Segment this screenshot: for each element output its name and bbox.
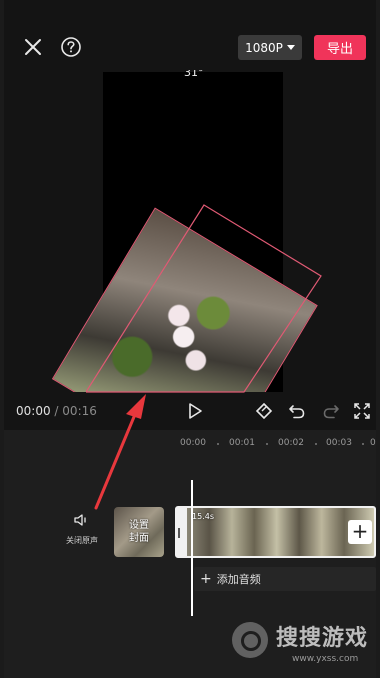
play-icon[interactable] [186, 402, 204, 420]
ruler-tick: 00:01 [229, 438, 255, 448]
time-ruler: 00:00 00:01 00:02 00:03 0 [4, 434, 376, 450]
resolution-dropdown[interactable]: 1080P [238, 35, 302, 60]
top-bar: 1080P 导出 [4, 0, 376, 70]
resolution-label: 1080P [245, 40, 283, 55]
video-clip[interactable]: 15.4s [175, 506, 376, 558]
add-clip-button[interactable]: + [348, 520, 372, 544]
timeline[interactable]: 00:00 00:01 00:02 00:03 0 关闭原声 设置 封面 15.… [4, 430, 376, 678]
rotation-angle-label: 31° [184, 70, 204, 79]
cover-label-line2: 封面 [129, 533, 149, 544]
ruler-dot [266, 443, 268, 445]
watermark-title: 搜搜游戏 [276, 626, 369, 651]
clip-bounding-frame [86, 204, 322, 393]
speaker-icon [74, 514, 86, 526]
ruler-dot [217, 443, 219, 445]
add-audio-button[interactable]: + 添加音频 [194, 567, 376, 591]
help-icon[interactable] [60, 36, 82, 58]
playhead[interactable] [191, 480, 193, 616]
watermark: 搜搜游戏 www.yxss.com [232, 618, 374, 670]
fullscreen-icon[interactable] [354, 403, 370, 419]
watermark-logo-icon [232, 622, 268, 658]
time-separator: / [54, 404, 59, 418]
keyframe-icon[interactable] [254, 402, 274, 420]
ruler-tick: 0 [370, 438, 376, 448]
ruler-tick: 00:00 [180, 438, 206, 448]
set-cover-button[interactable]: 设置 封面 [114, 507, 164, 557]
export-button[interactable]: 导出 [314, 35, 366, 60]
redo-icon[interactable] [322, 403, 340, 419]
ruler-dot [362, 443, 364, 445]
ruler-tick: 00:02 [278, 438, 304, 448]
clip-duration: 15.4s [192, 512, 214, 521]
add-audio-label: 添加音频 [216, 573, 261, 586]
time-display: 00:00 / 00:16 [16, 404, 97, 418]
caret-down-icon [286, 45, 295, 50]
ruler-tick: 00:03 [326, 438, 352, 448]
watermark-url: www.yxss.com [292, 654, 359, 664]
total-time: 00:16 [62, 404, 97, 418]
undo-icon[interactable] [288, 403, 306, 419]
mute-label: 关闭原声 [66, 536, 98, 545]
clip-trim-handle[interactable] [178, 528, 180, 538]
cover-label: 设置 封面 [129, 519, 149, 545]
cover-label-line1: 设置 [129, 520, 149, 531]
current-time: 00:00 [16, 404, 51, 418]
plus-icon: + [200, 571, 212, 587]
ruler-dot [315, 443, 317, 445]
mute-original-audio-button[interactable]: 关闭原声 [62, 512, 102, 546]
close-icon[interactable] [22, 36, 44, 58]
video-editor: 1080P 导出 31° 00:00 / 00:16 00:00 00:01 0… [4, 0, 376, 678]
